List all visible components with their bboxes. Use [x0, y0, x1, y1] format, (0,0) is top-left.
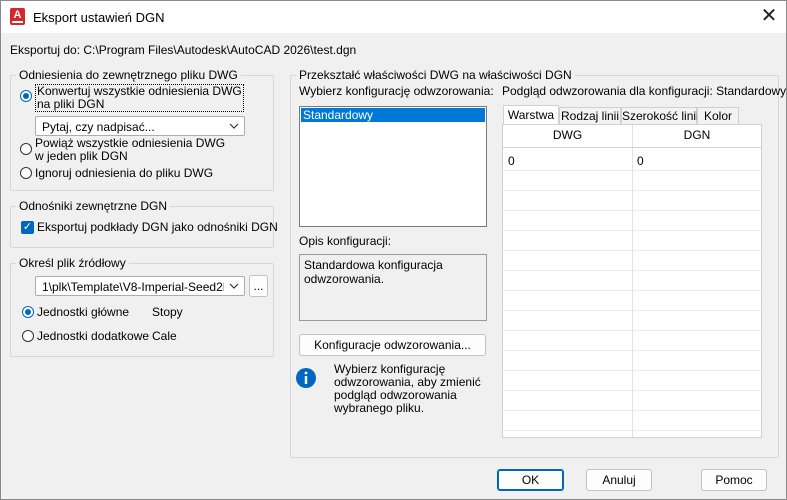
column-header-dgn: DGN	[683, 128, 711, 142]
title-bar: A Eksport ustawień DGN ✕	[1, 1, 786, 33]
browse-button[interactable]: ...	[249, 275, 268, 297]
main-units-radio[interactable]	[22, 306, 34, 318]
convert-all-label[interactable]: Konwertuj wszystkie odniesienia DWG na p…	[35, 84, 244, 112]
seed-file-value: 1\plk\Template\V8-Imperial-Seed2D.dg	[42, 280, 224, 294]
table-cell-dgn: 0	[637, 154, 644, 168]
main-units-value: Stopy	[152, 305, 183, 319]
sub-units-label[interactable]: Jednostki dodatkowe	[37, 330, 149, 343]
tab-linetype[interactable]: Rodzaj linii	[559, 107, 621, 124]
preview-label: Podgląd odwzorowania dla konfiguracji: S…	[502, 84, 787, 98]
bind-all-radio[interactable]	[20, 143, 32, 155]
source-file-legend: Określ plik źródłowy	[16, 256, 129, 270]
tab-lineweight[interactable]: Szerokość linii	[621, 107, 699, 124]
table-gridlines	[503, 125, 761, 437]
select-config-label: Wybierz konfigurację odwzorowania:	[299, 84, 494, 98]
cancel-button[interactable]: Anuluj	[586, 469, 652, 491]
tab-layer[interactable]: Warstwa	[503, 105, 559, 124]
ignore-refs-label[interactable]: Ignoruj odniesienia do pliku DWG	[35, 167, 213, 180]
export-underlays-label[interactable]: Eksportuj podkłady DGN jako odnośniki DG…	[37, 221, 278, 234]
list-item[interactable]: Standardowy	[301, 108, 485, 122]
ext-dgn-legend: Odnośniki zewnętrzne DGN	[16, 199, 171, 213]
column-header-dwg: DWG	[552, 128, 583, 142]
mapping-legend: Przekształć właściwości DWG na właściwoś…	[296, 68, 575, 82]
ok-button[interactable]: OK	[497, 469, 564, 491]
convert-all-radio[interactable]	[20, 90, 32, 102]
bind-all-label[interactable]: Powiąż wszystkie odniesienia DWG w jeden…	[35, 137, 225, 163]
window-title: Eksport ustawień DGN	[33, 10, 165, 25]
export-underlays-checkbox[interactable]: ✓	[21, 221, 34, 234]
config-desc-label: Opis konfiguracji:	[299, 234, 392, 248]
tab-color[interactable]: Kolor	[697, 107, 739, 124]
main-units-label[interactable]: Jednostki główne	[37, 306, 129, 319]
mapping-preview-table[interactable]: DWG DGN 0 0	[502, 124, 762, 438]
sub-units-radio[interactable]	[22, 330, 34, 342]
sub-units-value: Cale	[152, 329, 177, 343]
config-listbox[interactable]: Standardowy	[299, 106, 487, 227]
chevron-down-icon	[228, 279, 240, 296]
help-button[interactable]: Pomoc	[701, 469, 767, 491]
ignore-refs-radio[interactable]	[20, 167, 32, 179]
ext-dwg-legend: Odniesienia do zewnętrznego pliku DWG	[16, 68, 241, 82]
mapping-configs-button[interactable]: Konfiguracje odwzorowania...	[299, 334, 486, 356]
close-icon[interactable]: ✕	[753, 2, 785, 32]
dialog-window: A Eksport ustawień DGN ✕ Eksportuj do: C…	[0, 0, 787, 500]
table-cell-dwg: 0	[508, 154, 515, 168]
info-text: Wybierz konfigurację odwzorowania, aby z…	[334, 362, 481, 415]
info-icon	[295, 367, 317, 389]
autocad-app-icon: A	[10, 8, 25, 25]
config-description: Standardowa konfiguracja odwzorowania.	[299, 254, 487, 321]
overwrite-dropdown[interactable]: Pytaj, czy nadpisać...	[35, 116, 245, 136]
seed-file-dropdown[interactable]: 1\plk\Template\V8-Imperial-Seed2D.dg	[35, 276, 245, 296]
export-path-label: Eksportuj do: C:\Program Files\Autodesk\…	[10, 43, 357, 57]
overwrite-dropdown-value: Pytaj, czy nadpisać...	[42, 120, 155, 134]
chevron-down-icon	[228, 119, 240, 136]
